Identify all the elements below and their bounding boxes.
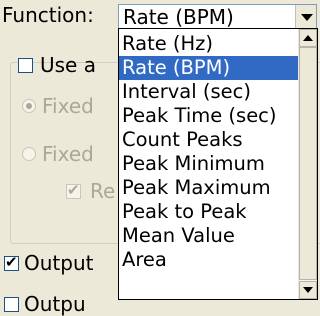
combobox-dropdown-button[interactable] — [295, 5, 316, 29]
dropdown-item-area[interactable]: Area — [119, 248, 299, 272]
chevron-down-icon — [303, 287, 313, 293]
use-checkbox-label: Use a — [40, 53, 96, 77]
dropdown-item-peak-time[interactable]: Peak Time (sec) — [119, 104, 299, 128]
output-2-checkbox[interactable] — [4, 297, 19, 312]
fixed-radio-1[interactable] — [22, 99, 36, 113]
dropdown-item-rate-bpm[interactable]: Rate (BPM) — [119, 56, 299, 80]
dropdown-item-peak-to-peak[interactable]: Peak to Peak — [119, 200, 299, 224]
output-checkbox[interactable]: ✔ — [4, 253, 19, 271]
scrollbar-thumb[interactable] — [299, 47, 317, 280]
re-checkbox[interactable]: ✔ — [66, 181, 81, 199]
scroll-down-button[interactable] — [299, 281, 317, 299]
chevron-down-icon — [301, 14, 313, 21]
dropdown-item-peak-maximum[interactable]: Peak Maximum — [119, 176, 299, 200]
fixed-radio-1-label: Fixed — [42, 94, 94, 118]
use-checkbox[interactable] — [18, 58, 33, 73]
function-label: Function: — [2, 3, 94, 27]
re-checkbox-label: Re — [90, 179, 116, 203]
function-combobox-value: Rate (BPM) — [123, 5, 234, 29]
function-dropdown-list[interactable]: Rate (Hz) Rate (BPM) Interval (sec) Peak… — [118, 28, 318, 300]
check-icon: ✔ — [5, 253, 18, 271]
chevron-up-icon — [303, 35, 313, 41]
output-2-checkbox-label: Outpu — [24, 292, 86, 316]
dropdown-items: Rate (Hz) Rate (BPM) Interval (sec) Peak… — [119, 32, 299, 272]
fixed-radio-2[interactable] — [22, 147, 36, 161]
dropdown-item-mean-value[interactable]: Mean Value — [119, 224, 299, 248]
function-combobox[interactable]: Rate (BPM) — [118, 4, 317, 30]
dropdown-item-count-peaks[interactable]: Count Peaks — [119, 128, 299, 152]
scroll-up-button[interactable] — [299, 29, 317, 47]
check-icon: ✔ — [67, 181, 80, 199]
output-checkbox-label: Output — [24, 251, 94, 275]
dropdown-item-rate-hz[interactable]: Rate (Hz) — [119, 32, 299, 56]
dropdown-item-interval[interactable]: Interval (sec) — [119, 80, 299, 104]
radio-selected-dot — [26, 103, 32, 109]
fixed-radio-2-label: Fixed — [42, 142, 94, 166]
dropdown-item-peak-minimum[interactable]: Peak Minimum — [119, 152, 299, 176]
dropdown-scrollbar[interactable] — [298, 29, 317, 299]
